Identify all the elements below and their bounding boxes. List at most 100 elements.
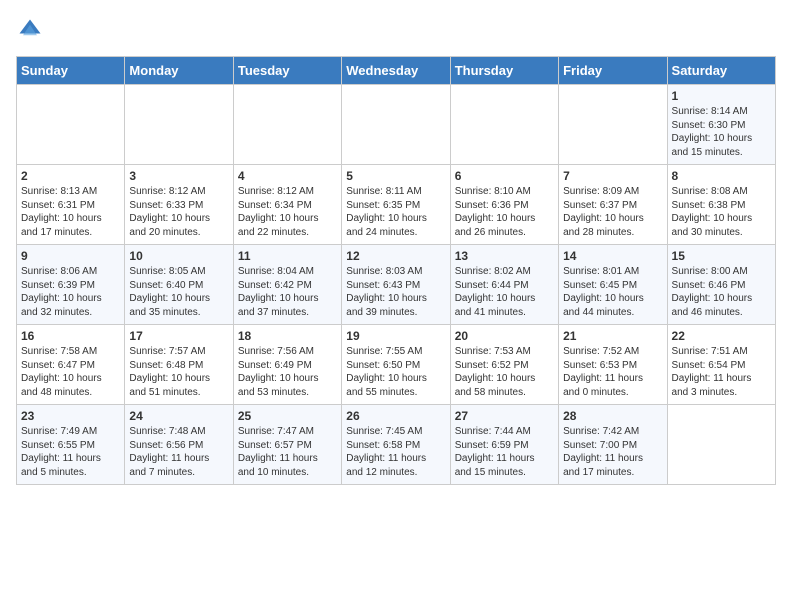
day-number: 12	[346, 249, 445, 263]
calendar-cell	[233, 85, 341, 165]
day-info: Sunrise: 8:12 AM Sunset: 6:34 PM Dayligh…	[238, 185, 337, 239]
day-number: 13	[455, 249, 554, 263]
calendar-cell: 8 Sunrise: 8:08 AM Sunset: 6:38 PM Daylig…	[667, 165, 775, 245]
calendar-cell	[342, 85, 450, 165]
day-number: 9	[21, 249, 120, 263]
calendar-week-3: 9 Sunrise: 8:06 AM Sunset: 6:39 PM Daylig…	[17, 245, 776, 325]
column-header-monday: Monday	[125, 57, 233, 85]
day-info: Sunrise: 7:53 AM Sunset: 6:52 PM Dayligh…	[455, 345, 554, 399]
calendar-cell: 6 Sunrise: 8:10 AM Sunset: 6:36 PM Daylig…	[450, 165, 558, 245]
day-info: Sunrise: 7:48 AM Sunset: 6:56 PM Dayligh…	[129, 425, 228, 479]
column-header-thursday: Thursday	[450, 57, 558, 85]
calendar-cell: 1 Sunrise: 8:14 AM Sunset: 6:30 PM Daylig…	[667, 85, 775, 165]
day-info: Sunrise: 7:49 AM Sunset: 6:55 PM Dayligh…	[21, 425, 120, 479]
day-number: 7	[563, 169, 662, 183]
calendar-cell: 27 Sunrise: 7:44 AM Sunset: 6:59 PM Dayli…	[450, 405, 558, 485]
calendar-week-1: 1 Sunrise: 8:14 AM Sunset: 6:30 PM Daylig…	[17, 85, 776, 165]
calendar-cell: 16 Sunrise: 7:58 AM Sunset: 6:47 PM Dayli…	[17, 325, 125, 405]
day-info: Sunrise: 8:06 AM Sunset: 6:39 PM Dayligh…	[21, 265, 120, 319]
calendar-cell: 10 Sunrise: 8:05 AM Sunset: 6:40 PM Dayli…	[125, 245, 233, 325]
calendar-cell: 5 Sunrise: 8:11 AM Sunset: 6:35 PM Daylig…	[342, 165, 450, 245]
calendar-cell: 7 Sunrise: 8:09 AM Sunset: 6:37 PM Daylig…	[559, 165, 667, 245]
calendar-cell	[559, 85, 667, 165]
day-number: 19	[346, 329, 445, 343]
day-number: 15	[672, 249, 771, 263]
day-number: 5	[346, 169, 445, 183]
day-info: Sunrise: 8:10 AM Sunset: 6:36 PM Dayligh…	[455, 185, 554, 239]
calendar-cell: 17Sunrise: 7:57 AM Sunset: 6:48 PM Dayli…	[125, 325, 233, 405]
day-number: 23	[21, 409, 120, 423]
calendar-cell: 23 Sunrise: 7:49 AM Sunset: 6:55 PM Dayli…	[17, 405, 125, 485]
logo	[16, 16, 48, 44]
day-info: Sunrise: 7:56 AM Sunset: 6:49 PM Dayligh…	[238, 345, 337, 399]
calendar-week-4: 16 Sunrise: 7:58 AM Sunset: 6:47 PM Dayli…	[17, 325, 776, 405]
day-number: 27	[455, 409, 554, 423]
calendar-cell: 20Sunrise: 7:53 AM Sunset: 6:52 PM Dayli…	[450, 325, 558, 405]
day-info: Sunrise: 8:03 AM Sunset: 6:43 PM Dayligh…	[346, 265, 445, 319]
day-info: Sunrise: 8:13 AM Sunset: 6:31 PM Dayligh…	[21, 185, 120, 239]
day-info: Sunrise: 8:14 AM Sunset: 6:30 PM Dayligh…	[672, 105, 771, 159]
day-number: 21	[563, 329, 662, 343]
day-number: 1	[672, 89, 771, 103]
calendar-cell: 25 Sunrise: 7:47 AM Sunset: 6:57 PM Dayli…	[233, 405, 341, 485]
day-number: 10	[129, 249, 228, 263]
calendar-cell: 15 Sunrise: 8:00 AM Sunset: 6:46 PM Dayli…	[667, 245, 775, 325]
day-info: Sunrise: 7:47 AM Sunset: 6:57 PM Dayligh…	[238, 425, 337, 479]
day-number: 8	[672, 169, 771, 183]
day-info: Sunrise: 7:52 AM Sunset: 6:53 PM Dayligh…	[563, 345, 662, 399]
day-number: 16	[21, 329, 120, 343]
calendar-cell: 4 Sunrise: 8:12 AM Sunset: 6:34 PM Daylig…	[233, 165, 341, 245]
page-header	[16, 16, 776, 44]
day-info: Sunrise: 8:04 AM Sunset: 6:42 PM Dayligh…	[238, 265, 337, 319]
calendar-week-5: 23 Sunrise: 7:49 AM Sunset: 6:55 PM Dayli…	[17, 405, 776, 485]
day-number: 11	[238, 249, 337, 263]
day-number: 3	[129, 169, 228, 183]
day-number: 14	[563, 249, 662, 263]
day-info: Sunrise: 7:55 AM Sunset: 6:50 PM Dayligh…	[346, 345, 445, 399]
calendar-cell	[125, 85, 233, 165]
day-info: Sunrise: 7:44 AM Sunset: 6:59 PM Dayligh…	[455, 425, 554, 479]
calendar-cell: 19 Sunrise: 7:55 AM Sunset: 6:50 PM Dayli…	[342, 325, 450, 405]
calendar-cell: 12 Sunrise: 8:03 AM Sunset: 6:43 PM Dayli…	[342, 245, 450, 325]
day-number: 22	[672, 329, 771, 343]
day-number: 26	[346, 409, 445, 423]
calendar-cell: 22Sunrise: 7:51 AM Sunset: 6:54 PM Dayli…	[667, 325, 775, 405]
calendar-cell	[450, 85, 558, 165]
column-header-tuesday: Tuesday	[233, 57, 341, 85]
column-header-wednesday: Wednesday	[342, 57, 450, 85]
day-info: Sunrise: 8:00 AM Sunset: 6:46 PM Dayligh…	[672, 265, 771, 319]
day-info: Sunrise: 8:08 AM Sunset: 6:38 PM Dayligh…	[672, 185, 771, 239]
calendar-cell	[667, 405, 775, 485]
day-number: 18	[238, 329, 337, 343]
calendar-table: SundayMondayTuesdayWednesdayThursdayFrid…	[16, 56, 776, 485]
calendar-cell: 9 Sunrise: 8:06 AM Sunset: 6:39 PM Daylig…	[17, 245, 125, 325]
logo-icon	[16, 16, 44, 44]
day-info: Sunrise: 8:12 AM Sunset: 6:33 PM Dayligh…	[129, 185, 228, 239]
day-number: 4	[238, 169, 337, 183]
calendar-cell: 2 Sunrise: 8:13 AM Sunset: 6:31 PM Daylig…	[17, 165, 125, 245]
column-header-sunday: Sunday	[17, 57, 125, 85]
day-info: Sunrise: 8:01 AM Sunset: 6:45 PM Dayligh…	[563, 265, 662, 319]
calendar-cell: 11 Sunrise: 8:04 AM Sunset: 6:42 PM Dayli…	[233, 245, 341, 325]
day-info: Sunrise: 8:05 AM Sunset: 6:40 PM Dayligh…	[129, 265, 228, 319]
day-info: Sunrise: 7:58 AM Sunset: 6:47 PM Dayligh…	[21, 345, 120, 399]
calendar-cell: 18 Sunrise: 7:56 AM Sunset: 6:49 PM Dayli…	[233, 325, 341, 405]
calendar-cell: 3 Sunrise: 8:12 AM Sunset: 6:33 PM Daylig…	[125, 165, 233, 245]
day-info: Sunrise: 7:57 AM Sunset: 6:48 PM Dayligh…	[129, 345, 228, 399]
day-info: Sunrise: 8:09 AM Sunset: 6:37 PM Dayligh…	[563, 185, 662, 239]
calendar-cell: 21 Sunrise: 7:52 AM Sunset: 6:53 PM Dayli…	[559, 325, 667, 405]
calendar-cell: 13 Sunrise: 8:02 AM Sunset: 6:44 PM Dayli…	[450, 245, 558, 325]
day-number: 24	[129, 409, 228, 423]
day-info: Sunrise: 7:45 AM Sunset: 6:58 PM Dayligh…	[346, 425, 445, 479]
day-info: Sunrise: 7:42 AM Sunset: 7:00 PM Dayligh…	[563, 425, 662, 479]
day-info: Sunrise: 8:02 AM Sunset: 6:44 PM Dayligh…	[455, 265, 554, 319]
day-number: 25	[238, 409, 337, 423]
day-number: 2	[21, 169, 120, 183]
calendar-cell	[17, 85, 125, 165]
day-number: 6	[455, 169, 554, 183]
calendar-cell: 14 Sunrise: 8:01 AM Sunset: 6:45 PM Dayli…	[559, 245, 667, 325]
day-info: Sunrise: 8:11 AM Sunset: 6:35 PM Dayligh…	[346, 185, 445, 239]
column-header-saturday: Saturday	[667, 57, 775, 85]
calendar-cell: 28 Sunrise: 7:42 AM Sunset: 7:00 PM Dayli…	[559, 405, 667, 485]
day-number: 28	[563, 409, 662, 423]
